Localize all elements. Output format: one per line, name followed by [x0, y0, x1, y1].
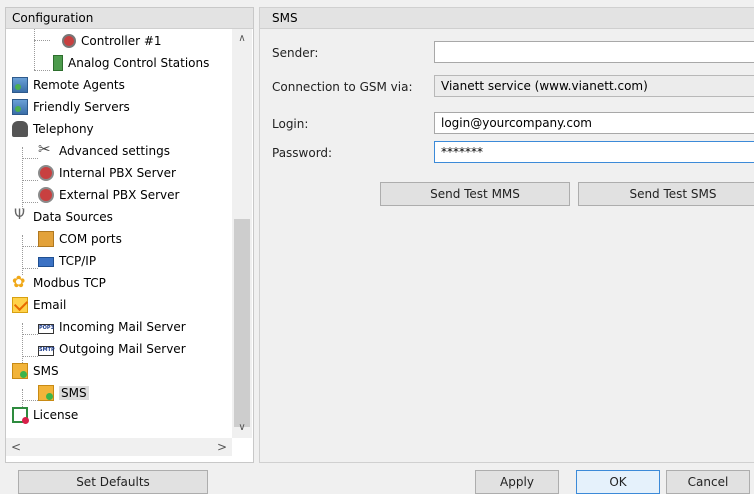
license-icon: [12, 407, 29, 424]
tree-connector: [22, 400, 38, 401]
tree-item-label: Controller #1: [81, 34, 162, 48]
pop3-icon: [38, 323, 54, 334]
tree-item-telephony[interactable]: Telephony: [12, 118, 94, 140]
tree-item-label: SMS: [59, 386, 89, 400]
tree-item-internal-pbx-server[interactable]: Internal PBX Server: [38, 162, 176, 184]
sms-icon: [38, 385, 54, 401]
tree-item-modbus-tcp[interactable]: Modbus TCP: [12, 272, 106, 294]
tree-item-label: Modbus TCP: [33, 276, 106, 290]
tree-item-com-ports[interactable]: COM ports: [38, 228, 122, 250]
tree-item-advanced-settings[interactable]: Advanced settings: [38, 140, 170, 162]
tree-connector: [34, 40, 50, 41]
tree-item-label: Outgoing Mail Server: [59, 342, 186, 356]
tree-item-label: TCP/IP: [59, 254, 97, 268]
configuration-tree: Controller #1 Analog Control Stations Re…: [6, 29, 232, 437]
tree-connector: [22, 235, 23, 275]
tree-item-external-pbx-server[interactable]: External PBX Server: [38, 184, 179, 206]
sms-settings-header: SMS: [260, 8, 754, 29]
connection-label: Connection to GSM via:: [272, 80, 413, 94]
login-label: Login:: [272, 117, 309, 131]
tree-item-label: Friendly Servers: [33, 100, 130, 114]
tree-item-label: Advanced settings: [59, 144, 170, 158]
password-input[interactable]: *******: [434, 141, 754, 163]
tree-connector: [22, 268, 38, 269]
tree-item-label: Analog Control Stations: [68, 56, 210, 70]
scroll-left-icon[interactable]: <: [6, 438, 26, 456]
configuration-header: Configuration: [6, 8, 253, 29]
tree-connector: [34, 70, 50, 71]
sms-settings-title: SMS: [272, 11, 298, 25]
tree-item-outgoing-mail-server[interactable]: Outgoing Mail Server: [38, 338, 186, 360]
modbus-icon: [12, 272, 28, 291]
scroll-right-icon[interactable]: >: [212, 438, 232, 456]
tree-item-analog-control-stations[interactable]: Analog Control Stations: [50, 52, 209, 74]
smtp-icon: [38, 345, 55, 356]
usb-icon: [12, 207, 28, 225]
tree-connector: [22, 246, 38, 247]
configuration-panel: Configuration Controller #1 Analog Contr…: [5, 7, 254, 463]
tree-item-remote-agents[interactable]: Remote Agents: [12, 74, 125, 96]
scroll-down-icon[interactable]: ∨: [232, 420, 252, 436]
password-label: Password:: [272, 146, 333, 160]
tree-item-license[interactable]: License: [12, 404, 78, 426]
com-port-icon: [38, 231, 54, 247]
tree-item-label: Telephony: [33, 122, 94, 136]
tree-item-label: Internal PBX Server: [59, 166, 176, 180]
tree-connector: [22, 158, 38, 159]
cancel-button[interactable]: Cancel: [666, 470, 750, 494]
tree-item-label: Incoming Mail Server: [59, 320, 186, 334]
tree-item-friendly-servers[interactable]: Friendly Servers: [12, 96, 130, 118]
tree-item-label: Remote Agents: [33, 78, 125, 92]
connection-select[interactable]: Vianett service (www.vianett.com) ∨: [434, 75, 754, 97]
tree-item-label: License: [33, 408, 79, 422]
login-input[interactable]: login@yourcompany.com: [434, 112, 754, 134]
sender-input[interactable]: [434, 41, 754, 63]
tree-connector: [22, 334, 38, 335]
tree-item-email[interactable]: Email: [12, 294, 66, 316]
tree-item-sms[interactable]: SMS: [38, 382, 89, 404]
tree-connector: [22, 202, 38, 203]
pbx-icon: [38, 187, 54, 203]
email-icon: [12, 297, 28, 313]
network-icon: [38, 257, 54, 267]
tree-item-label: COM ports: [59, 232, 122, 246]
tree-item-tcp-ip[interactable]: TCP/IP: [38, 250, 96, 272]
tree-item-label: SMS: [33, 364, 59, 378]
analog-station-icon: [53, 55, 63, 71]
connection-select-value: Vianett service (www.vianett.com): [441, 79, 648, 93]
tree-item-label: External PBX Server: [59, 188, 180, 202]
apply-button[interactable]: Apply: [475, 470, 559, 494]
tree-connector: [22, 356, 38, 357]
tree-item-data-sources[interactable]: Data Sources: [12, 206, 113, 228]
tree-connector: [22, 147, 23, 209]
ok-button[interactable]: OK: [576, 470, 660, 494]
tools-icon: [38, 140, 54, 159]
controller-icon: [62, 34, 76, 48]
tree-connector: [34, 29, 35, 70]
sms-settings-panel: SMS Sender: Connection to GSM via: Viane…: [259, 7, 754, 463]
tree-item-sms-group[interactable]: SMS: [12, 360, 59, 382]
sender-label: Sender:: [272, 46, 319, 60]
tree-connector: [22, 180, 38, 181]
tree-connector: [22, 323, 23, 363]
tree-item-label: Email: [33, 298, 67, 312]
scroll-up-icon[interactable]: ∧: [232, 31, 252, 47]
scrollbar-thumb[interactable]: [234, 219, 250, 427]
tree-item-controller-1[interactable]: Controller #1: [62, 30, 162, 52]
scrollbar-thumb[interactable]: [28, 440, 208, 454]
tree-item-incoming-mail-server[interactable]: Incoming Mail Server: [38, 316, 186, 338]
configuration-title: Configuration: [12, 11, 94, 25]
tree-horizontal-scrollbar[interactable]: < >: [6, 438, 232, 456]
tree-item-label: Data Sources: [33, 210, 113, 224]
send-test-mms-button[interactable]: Send Test MMS: [380, 182, 570, 206]
friendly-servers-icon: [12, 99, 28, 115]
send-test-sms-button[interactable]: Send Test SMS: [578, 182, 754, 206]
sms-icon: [12, 363, 28, 379]
set-defaults-button[interactable]: Set Defaults: [18, 470, 208, 494]
tree-vertical-scrollbar[interactable]: ∧ ∨: [232, 29, 252, 438]
remote-agents-icon: [12, 77, 28, 93]
telephone-icon: [12, 121, 28, 137]
pbx-icon: [38, 165, 54, 181]
